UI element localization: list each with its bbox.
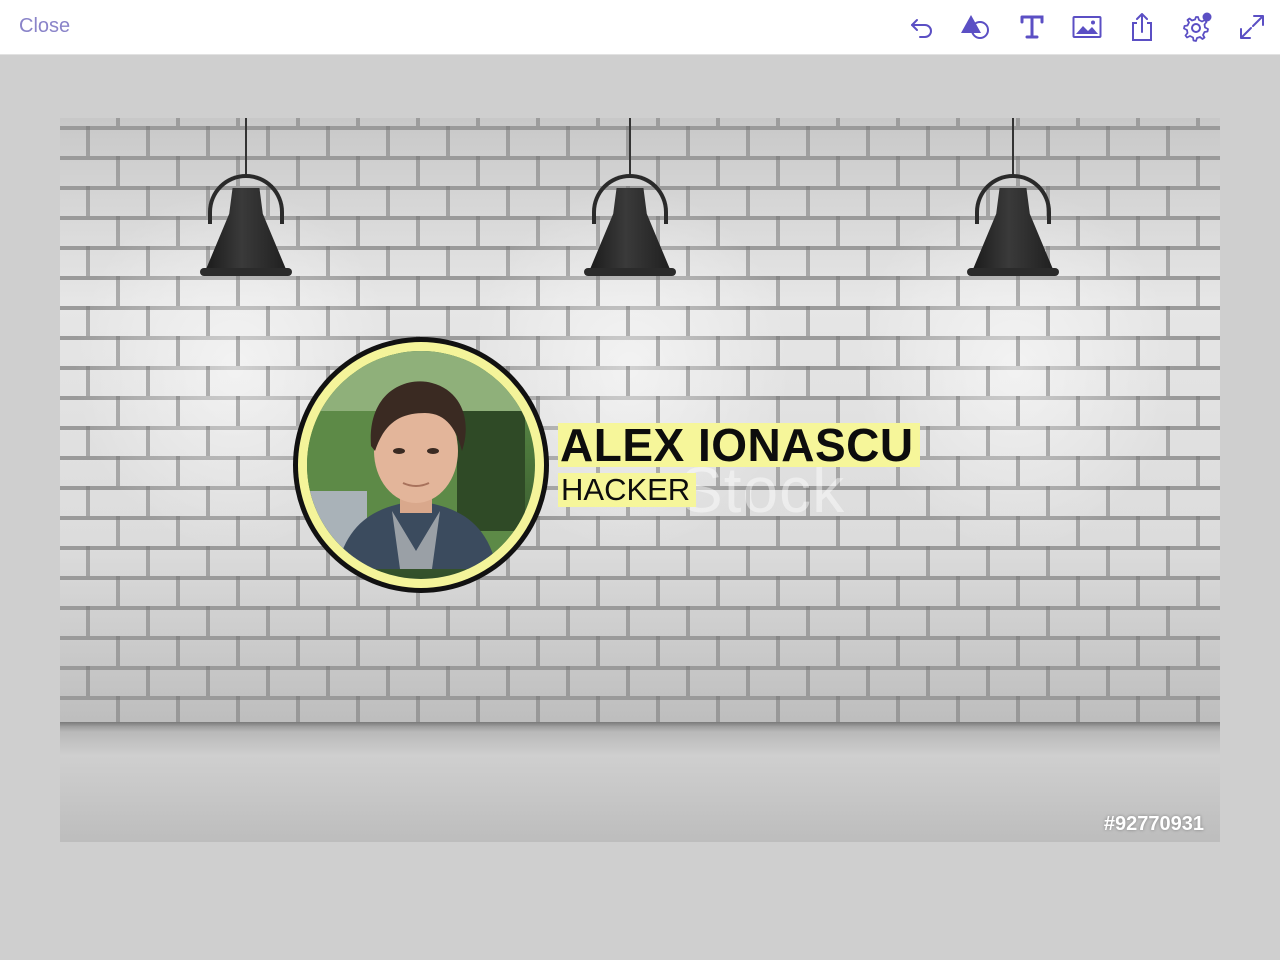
avatar-photo xyxy=(307,351,535,579)
fullscreen-button[interactable] xyxy=(1235,10,1269,44)
undo-button[interactable] xyxy=(905,10,939,44)
top-toolbar: Close xyxy=(0,0,1280,55)
image-button[interactable] xyxy=(1070,10,1104,44)
text-button[interactable] xyxy=(1015,10,1049,44)
pendant-lamp xyxy=(963,118,1063,278)
share-button[interactable] xyxy=(1125,10,1159,44)
profile-role[interactable]: HACKER xyxy=(558,473,697,507)
image-icon xyxy=(1072,16,1102,38)
settings-button[interactable] xyxy=(1180,10,1214,44)
profile-avatar[interactable] xyxy=(293,337,549,593)
design-canvas[interactable]: Stock #92770931 ALEX IONASCU HACKER xyxy=(60,118,1220,842)
shapes-button[interactable] xyxy=(959,10,993,44)
stock-id-label: #92770931 xyxy=(1103,813,1204,835)
close-button[interactable]: Close xyxy=(19,15,70,38)
profile-name[interactable]: ALEX IONASCU xyxy=(558,422,920,468)
name-block[interactable]: ALEX IONASCU HACKER xyxy=(558,422,920,507)
concrete-floor xyxy=(60,726,1220,842)
pendant-lamp xyxy=(580,118,680,278)
notification-dot xyxy=(1202,12,1212,22)
expand-icon xyxy=(1240,15,1264,39)
settings-icon xyxy=(1183,12,1212,42)
shapes-icon xyxy=(961,15,989,39)
share-icon xyxy=(1132,13,1152,41)
text-icon xyxy=(1020,15,1044,39)
undo-icon xyxy=(911,19,932,38)
pendant-lamp xyxy=(196,118,296,278)
